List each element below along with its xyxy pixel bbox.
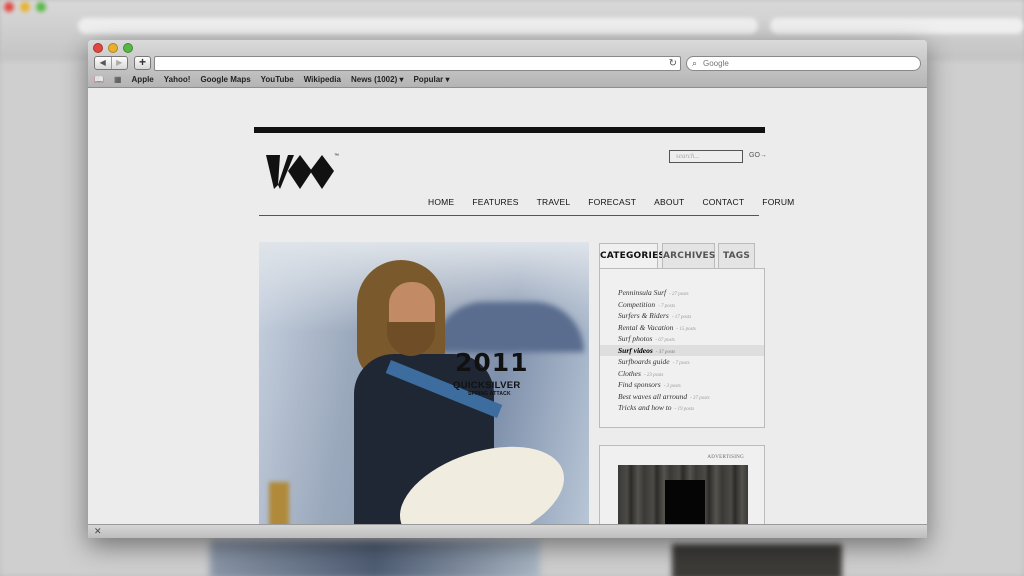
category-item[interactable]: Surfboards guide - 7 posts (600, 356, 764, 368)
hero-brand: QUICKSILVER (453, 380, 521, 391)
advertising-panel: ADVERTISING (599, 445, 765, 524)
category-item[interactable]: Best waves all arround - 37 posts (600, 391, 764, 403)
web-page: ™ search... GO→ HOME FEATURES TRAVEL FOR… (88, 88, 927, 524)
top-rule (254, 127, 765, 133)
category-item[interactable]: Penninsula Surf - 27 posts (600, 287, 764, 299)
new-tab-button[interactable]: + (134, 56, 151, 70)
nav-forecast[interactable]: FORECAST (588, 197, 636, 207)
category-post-count: - 3 posts (663, 384, 681, 389)
category-post-count: - 19 posts (674, 407, 695, 412)
tab-categories[interactable]: CATEGORIES (599, 243, 665, 270)
bookmark-apple[interactable]: Apple (132, 75, 154, 84)
category-item[interactable]: Surfers & Riders - 17 posts (600, 310, 764, 322)
category-item[interactable]: Clothes - 23 posts (600, 368, 764, 380)
category-post-count: - 7 posts (658, 303, 676, 309)
category-name: Surf photos (618, 334, 653, 343)
grid-icon[interactable]: ▦ (114, 75, 122, 84)
browser-search-field[interactable]: ⌕ (686, 56, 921, 71)
bookmark-google-maps[interactable]: Google Maps (200, 75, 250, 84)
browser-toolbar: ◀ ▶ + ↻ ⌕ 📖 ▦ Apple Yahoo! Google Maps Y… (88, 40, 927, 88)
hero-year: 2011 (455, 348, 529, 377)
category-post-count: - 37 posts (655, 349, 676, 355)
status-bar: ✕ (88, 524, 927, 538)
category-item[interactable]: Tricks and how to - 19 posts (600, 402, 764, 414)
nav-about[interactable]: ABOUT (654, 197, 684, 207)
background-ad-reflection (672, 544, 842, 576)
site-search-input[interactable]: search... (669, 150, 743, 163)
category-post-count: - 15 posts (676, 326, 696, 332)
address-bar[interactable]: ↻ (154, 56, 681, 71)
category-name: Clothes (618, 368, 641, 378)
category-item[interactable]: Surf photos - 67 posts (600, 333, 764, 345)
nav-home[interactable]: HOME (428, 197, 454, 207)
search-icon: ⌕ (692, 58, 698, 68)
go-button[interactable]: GO→ (749, 152, 767, 159)
category-item[interactable]: Surf videos - 37 posts (600, 344, 764, 356)
site-logo[interactable]: ™ (266, 151, 340, 193)
category-name: Surfers & Riders (618, 311, 669, 320)
tab-tags[interactable]: TAGS (718, 243, 755, 269)
forward-arrow-icon[interactable]: ▶ (110, 57, 128, 69)
close-status-icon[interactable]: ✕ (94, 526, 102, 537)
background-photo-reflection (210, 540, 540, 576)
nav-forum[interactable]: FORUM (762, 197, 794, 207)
category-name: Tricks and how to (618, 403, 672, 412)
category-name: Best waves all arround (618, 391, 688, 401)
nav-travel[interactable]: TRAVEL (537, 197, 571, 207)
categories-panel: Penninsula Surf - 27 posts Competition - 7 … (599, 268, 765, 428)
category-item[interactable]: Rental & Vacation - 15 posts (600, 322, 764, 334)
category-post-count: - 67 posts (655, 338, 675, 343)
reload-icon[interactable]: ↻ (669, 57, 677, 70)
bookmark-popular[interactable]: Popular ▾ (413, 75, 449, 84)
category-post-count: - 37 posts (690, 395, 710, 401)
bookmark-yahoo[interactable]: Yahoo! (164, 75, 191, 84)
category-post-count: - 27 posts (669, 292, 689, 297)
main-navigation: HOME FEATURES TRAVEL FORECAST ABOUT CONT… (428, 197, 794, 207)
category-post-count: - 7 posts (672, 361, 690, 366)
nav-contact[interactable]: CONTACT (702, 197, 744, 207)
back-forward-group: ◀ ▶ (94, 56, 128, 70)
book-icon[interactable]: 📖 (94, 75, 104, 84)
nav-divider (259, 215, 759, 216)
hero-photo[interactable]: 2011 QUICKSILVER SPRING ATTACK (259, 242, 589, 524)
category-post-count: - 17 posts (671, 315, 692, 320)
minimize-window-button[interactable] (108, 43, 118, 53)
category-name: Competition (618, 299, 656, 309)
advertising-image[interactable] (618, 465, 748, 524)
nav-features[interactable]: FEATURES (472, 197, 518, 207)
tab-archives[interactable]: ARCHIVES (662, 243, 715, 269)
back-arrow-icon[interactable]: ◀ (95, 57, 111, 69)
browser-window: ◀ ▶ + ↻ ⌕ 📖 ▦ Apple Yahoo! Google Maps Y… (88, 40, 927, 538)
trademark-mark: ™ (334, 153, 339, 159)
category-name: Rental & Vacation (618, 322, 674, 332)
category-name: Penninsula Surf (618, 288, 667, 297)
zoom-window-button[interactable] (123, 43, 133, 53)
category-name: Surfboards guide (618, 357, 670, 366)
category-list: Penninsula Surf - 27 posts Competition - 7 … (600, 287, 764, 414)
category-item[interactable]: Competition - 7 posts (600, 299, 764, 311)
advertising-label: ADVERTISING (707, 455, 744, 460)
category-name: Surf videos (618, 345, 653, 355)
close-window-button[interactable] (93, 43, 103, 53)
bookmark-news[interactable]: News (1002) ▾ (351, 75, 403, 84)
bookmarks-bar: 📖 ▦ Apple Yahoo! Google Maps YouTube Wik… (94, 73, 450, 85)
browser-search-input[interactable] (703, 58, 913, 69)
category-post-count: - 23 posts (643, 372, 664, 378)
category-name: Find sponsors (618, 380, 661, 389)
bookmark-wikipedia[interactable]: Wikipedia (304, 75, 341, 84)
category-item[interactable]: Find sponsors - 3 posts (600, 379, 764, 391)
hero-tagline: SPRING ATTACK (468, 391, 511, 397)
bookmark-youtube[interactable]: YouTube (261, 75, 294, 84)
